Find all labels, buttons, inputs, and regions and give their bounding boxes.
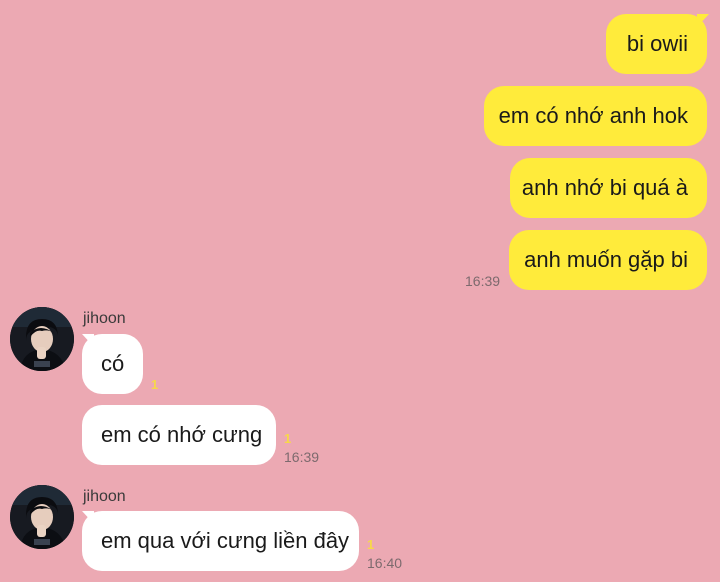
unread-count: 1	[367, 537, 375, 552]
profile-photo-icon	[10, 485, 74, 549]
message-text: anh nhớ bi quá à	[521, 175, 688, 200]
message-text: bi owii	[626, 31, 688, 56]
message-text: em qua với cưng liền đây	[101, 528, 350, 553]
received-message-bubble[interactable]: em có nhớ cưng	[82, 405, 276, 465]
message-text: anh muốn gặp bi	[524, 247, 688, 272]
unread-count: 1	[284, 431, 292, 446]
message-text: có	[101, 351, 125, 376]
message-timestamp: 16:40	[367, 555, 403, 571]
avatar[interactable]	[10, 307, 74, 371]
sent-message-bubble[interactable]: em có nhớ anh hok	[484, 86, 707, 146]
unread-count: 1	[151, 377, 159, 392]
received-message-bubble[interactable]: có	[82, 334, 143, 394]
sender-name: jihoon	[83, 488, 126, 505]
avatar[interactable]	[10, 485, 74, 549]
sent-message-bubble[interactable]: bi owii	[606, 14, 707, 74]
sender-name: jihoon	[83, 310, 126, 327]
sent-message-bubble[interactable]: anh muốn gặp bi	[509, 230, 707, 290]
message-text: em có nhớ cưng	[101, 422, 263, 447]
message-timestamp: 16:39	[284, 449, 320, 465]
sent-message-bubble[interactable]: anh nhớ bi quá à	[510, 158, 707, 218]
received-message-bubble[interactable]: em qua với cưng liền đây	[82, 511, 359, 571]
message-timestamp: 16:39	[465, 273, 501, 289]
message-text: em có nhớ anh hok	[498, 103, 688, 128]
profile-photo-icon	[10, 307, 74, 371]
